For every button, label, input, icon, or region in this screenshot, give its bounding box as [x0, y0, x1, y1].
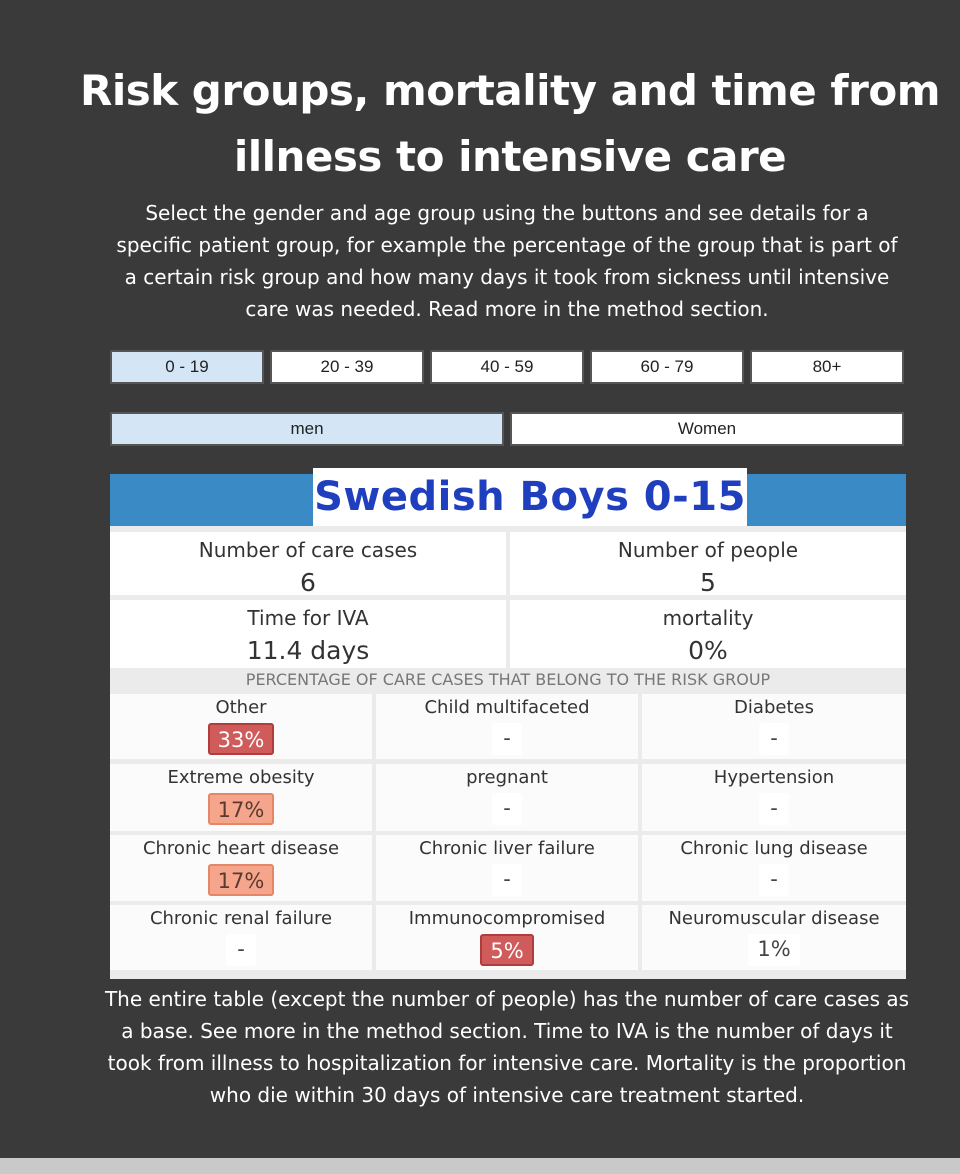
risk-value-badge: -: [492, 723, 522, 755]
risk-value-badge: -: [759, 864, 789, 896]
risk-cell: Chronic heart disease 17%: [110, 835, 372, 901]
risk-label: Diabetes: [734, 697, 814, 718]
mortality-label: mortality: [662, 606, 754, 630]
risk-value-badge: -: [226, 934, 256, 966]
risk-value-badge: 33%: [207, 723, 275, 755]
risk-value-badge: -: [759, 723, 789, 755]
care-cases-label: Number of care cases: [198, 538, 418, 562]
gender-button-men[interactable]: men: [110, 412, 504, 446]
age-button-20-39[interactable]: 20 - 39: [270, 350, 424, 384]
risk-label: pregnant: [466, 767, 548, 788]
risk-label: Chronic heart disease: [142, 838, 340, 859]
risk-label: Chronic lung disease: [680, 838, 868, 859]
risk-cell: Neuromuscular disease 1%: [642, 905, 906, 970]
risk-value-badge: -: [759, 793, 789, 825]
risk-value-badge: 5%: [480, 934, 534, 966]
risk-value-badge: 1%: [748, 934, 800, 966]
risk-cell: Immunocompromised 5%: [376, 905, 638, 970]
bottom-scroll-strip: [0, 1158, 960, 1174]
risk-value-badge: 17%: [207, 793, 275, 825]
iva-time-stat: Time for IVA 11.4 days: [110, 600, 506, 668]
risk-label: Chronic liver failure: [419, 838, 595, 859]
risk-cell: Hypertension -: [642, 764, 906, 831]
patient-group-panel: Swedish Boys 0-15 Number of care cases 6…: [110, 468, 906, 979]
risk-cell: Extreme obesity 17%: [110, 764, 372, 831]
risk-label: Immunocompromised: [408, 908, 606, 929]
risk-value-badge: 17%: [207, 864, 275, 896]
risk-group-header: Percentage of care cases that belong to …: [245, 670, 771, 689]
panel-header: Swedish Boys 0-15: [110, 468, 906, 526]
mortality-stat: mortality 0%: [510, 600, 906, 668]
age-button-0-19[interactable]: 0 - 19: [110, 350, 264, 384]
panel-title: Swedish Boys 0-15: [313, 468, 747, 526]
care-cases-value: 6: [300, 568, 316, 597]
gender-button-women[interactable]: Women: [510, 412, 904, 446]
people-value: 5: [700, 568, 716, 597]
risk-label: Neuromuscular disease: [668, 908, 880, 929]
page-title: Risk groups, mortality and time from ill…: [80, 66, 940, 181]
age-button-80-plus[interactable]: 80+: [750, 350, 904, 384]
risk-label: Extreme obesity: [167, 767, 315, 788]
risk-label: Chronic renal failure: [149, 908, 333, 929]
risk-cell: Other 33%: [110, 694, 372, 759]
risk-cell: Chronic renal failure -: [110, 905, 372, 970]
page-description: Select the gender and age group using th…: [116, 201, 898, 321]
risk-value-badge: -: [492, 864, 522, 896]
care-cases-stat: Number of care cases 6: [110, 532, 506, 597]
iva-time-label: Time for IVA: [247, 606, 369, 630]
risk-label: Other: [215, 697, 267, 718]
iva-time-value: 11.4 days: [246, 636, 370, 665]
risk-cell: Chronic liver failure -: [376, 835, 638, 901]
mortality-value: 0%: [688, 636, 728, 665]
people-stat: Number of people 5: [510, 532, 906, 597]
age-button-60-79[interactable]: 60 - 79: [590, 350, 744, 384]
risk-cell: Diabetes -: [642, 694, 906, 759]
risk-cell: pregnant -: [376, 764, 638, 831]
age-button-40-59[interactable]: 40 - 59: [430, 350, 584, 384]
age-group-selector: 0 - 19 20 - 39 40 - 59 60 - 79 80+: [110, 350, 904, 384]
footnote: The entire table (except the number of p…: [104, 987, 910, 1107]
risk-cell: Chronic lung disease -: [642, 835, 906, 901]
risk-value-badge: -: [492, 793, 522, 825]
risk-label: Child multifaceted: [424, 697, 590, 718]
gender-selector: men Women: [110, 412, 904, 446]
risk-cell: Child multifaceted -: [376, 694, 638, 759]
risk-label: Hypertension: [713, 767, 835, 788]
people-label: Number of people: [617, 538, 799, 562]
